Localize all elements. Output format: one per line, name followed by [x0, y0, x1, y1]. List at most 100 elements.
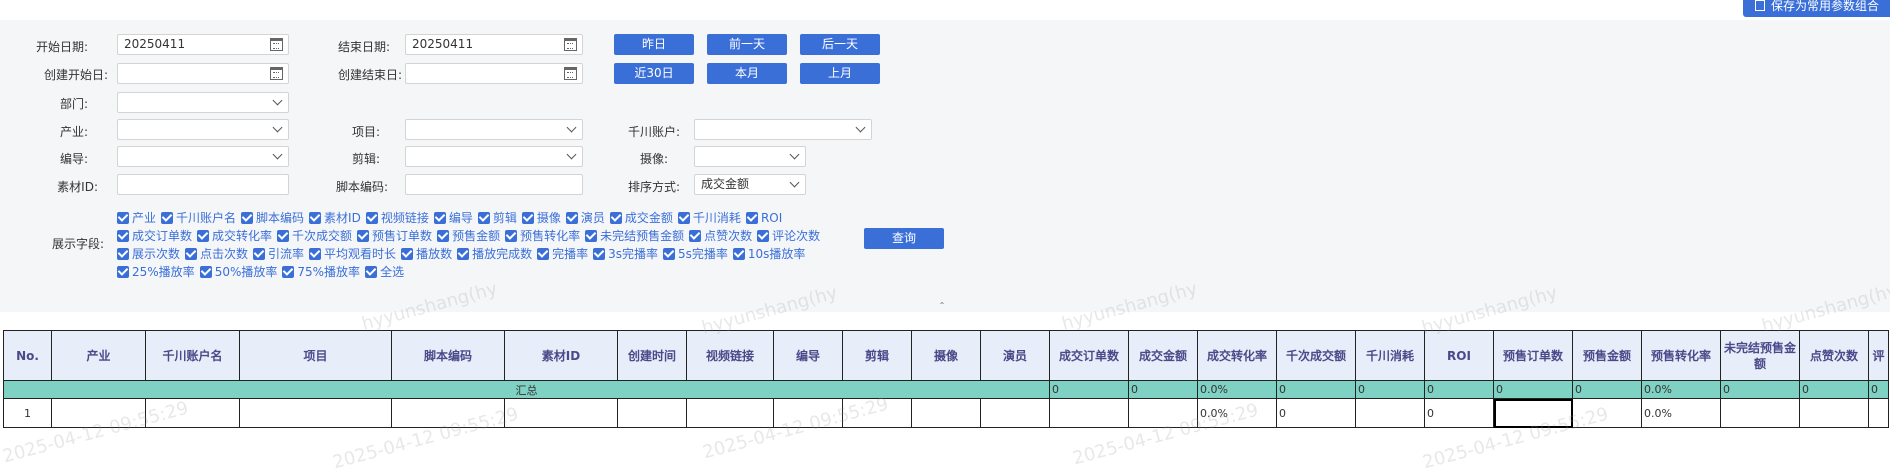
field-checkbox[interactable]: 点赞次数	[689, 227, 752, 245]
calendar-icon[interactable]	[564, 38, 577, 51]
camera-select[interactable]	[694, 146, 806, 167]
field-checkbox[interactable]: 全选	[365, 263, 404, 281]
column-header[interactable]: 成交金额	[1128, 330, 1198, 381]
director-select[interactable]	[117, 146, 289, 167]
checkbox-checked-icon[interactable]	[365, 266, 378, 278]
table-cell[interactable]: 1	[3, 398, 52, 428]
column-header[interactable]: 素材ID	[504, 330, 618, 381]
checkbox-checked-icon[interactable]	[199, 266, 212, 278]
field-checkbox[interactable]: 5s完播率	[663, 245, 728, 263]
last-month-button[interactable]: 上月	[800, 63, 880, 84]
field-checkbox[interactable]: 播放数	[401, 245, 452, 263]
table-cell[interactable]	[391, 398, 505, 428]
column-header[interactable]: 预售转化率	[1641, 330, 1721, 381]
field-checkbox[interactable]: 编导	[433, 209, 473, 227]
checkbox-checked-icon[interactable]	[365, 212, 378, 224]
column-header[interactable]: 成交订单数	[1049, 330, 1129, 381]
prev-day-button[interactable]: 前一天	[707, 34, 787, 55]
field-checkbox[interactable]: 点击次数	[185, 245, 248, 263]
checkbox-checked-icon[interactable]	[585, 230, 598, 242]
table-cell[interactable]	[911, 398, 981, 428]
checkbox-checked-icon[interactable]	[565, 212, 578, 224]
table-cell[interactable]	[1868, 398, 1889, 428]
checkbox-checked-icon[interactable]	[689, 230, 702, 242]
field-checkbox[interactable]: 产业	[117, 209, 156, 227]
field-checkbox[interactable]: 预售订单数	[357, 227, 432, 245]
table-cell[interactable]	[239, 398, 392, 428]
field-checkbox[interactable]: 成交金额	[609, 209, 673, 227]
start-date-input[interactable]: 20250411	[117, 34, 289, 55]
column-header[interactable]: 脚本编码	[391, 330, 505, 381]
field-checkbox[interactable]: 10s播放率	[732, 245, 805, 263]
field-checkbox[interactable]: 剪辑	[477, 209, 517, 227]
column-header[interactable]: 产业	[51, 330, 146, 381]
checkbox-checked-icon[interactable]	[309, 248, 322, 260]
column-header[interactable]: 预售订单数	[1493, 330, 1573, 381]
last30-button[interactable]: 近30日	[614, 63, 694, 84]
checkbox-checked-icon[interactable]	[185, 248, 198, 260]
script-code-input[interactable]	[405, 174, 583, 195]
column-header[interactable]: 未完结预售金额	[1720, 330, 1800, 381]
column-header[interactable]: 预售金额	[1572, 330, 1642, 381]
column-header[interactable]: 项目	[239, 330, 392, 381]
sort-select[interactable]: 成交金额	[694, 174, 806, 195]
table-cell[interactable]	[1128, 398, 1198, 428]
table-cell[interactable]	[1720, 398, 1800, 428]
checkbox-checked-icon[interactable]	[593, 248, 606, 260]
field-checkbox[interactable]: 50%播放率	[199, 263, 277, 281]
field-checkbox[interactable]: ROI	[745, 209, 782, 227]
field-checkbox[interactable]: 摄像	[521, 209, 561, 227]
column-header[interactable]: 千次成交额	[1276, 330, 1356, 381]
checkbox-checked-icon[interactable]	[197, 230, 210, 242]
department-select[interactable]	[117, 92, 289, 113]
field-checkbox[interactable]: 预售转化率	[505, 227, 580, 245]
table-cell[interactable]	[980, 398, 1050, 428]
table-cell[interactable]	[1355, 398, 1425, 428]
project-select[interactable]	[405, 119, 583, 140]
field-checkbox[interactable]: 播放完成数	[457, 245, 532, 263]
field-checkbox[interactable]: 视频链接	[365, 209, 429, 227]
save-params-button[interactable]: 保存为常用参数组合	[1743, 0, 1890, 17]
table-cell[interactable]	[51, 398, 146, 428]
checkbox-checked-icon[interactable]	[457, 248, 470, 260]
checkbox-checked-icon[interactable]	[732, 248, 745, 260]
checkbox-checked-icon[interactable]	[521, 212, 534, 224]
column-header[interactable]: 演员	[980, 330, 1050, 381]
table-cell[interactable]	[1572, 398, 1642, 428]
column-header[interactable]: 摄像	[911, 330, 981, 381]
checkbox-checked-icon[interactable]	[357, 230, 370, 242]
create-end-input[interactable]	[405, 63, 583, 84]
checkbox-checked-icon[interactable]	[437, 230, 450, 242]
field-checkbox[interactable]: 演员	[565, 209, 605, 227]
query-button[interactable]: 查询	[864, 228, 944, 249]
this-month-button[interactable]: 本月	[707, 63, 787, 84]
column-header[interactable]: 千川账户名	[145, 330, 240, 381]
checkbox-checked-icon[interactable]	[505, 230, 518, 242]
field-checkbox[interactable]: 平均观看时长	[309, 245, 396, 263]
table-cell[interactable]	[617, 398, 687, 428]
table-cell[interactable]	[773, 398, 843, 428]
table-cell[interactable]	[504, 398, 618, 428]
checkbox-checked-icon[interactable]	[757, 230, 770, 242]
column-header[interactable]: No.	[3, 330, 52, 381]
table-cell[interactable]: 0.0%	[1197, 398, 1277, 428]
field-checkbox[interactable]: 评论次数	[757, 227, 820, 245]
checkbox-checked-icon[interactable]	[117, 248, 129, 260]
yesterday-button[interactable]: 昨日	[614, 34, 694, 55]
checkbox-checked-icon[interactable]	[309, 212, 322, 224]
checkbox-checked-icon[interactable]	[401, 248, 414, 260]
column-header[interactable]: 点赞次数	[1799, 330, 1869, 381]
editor-select[interactable]	[405, 146, 583, 167]
column-header[interactable]: 创建时间	[617, 330, 687, 381]
table-cell[interactable]	[1799, 398, 1869, 428]
column-header[interactable]: 视频链接	[686, 330, 774, 381]
column-header[interactable]: 编导	[773, 330, 843, 381]
table-cell[interactable]	[1049, 398, 1129, 428]
table-cell[interactable]: 0.0%	[1641, 398, 1721, 428]
field-checkbox[interactable]: 千川消耗	[677, 209, 741, 227]
table-cell[interactable]	[686, 398, 774, 428]
field-checkbox[interactable]: 脚本编码	[241, 209, 304, 227]
end-date-input[interactable]: 20250411	[405, 34, 583, 55]
table-cell[interactable]	[842, 398, 912, 428]
calendar-icon[interactable]	[564, 67, 577, 80]
